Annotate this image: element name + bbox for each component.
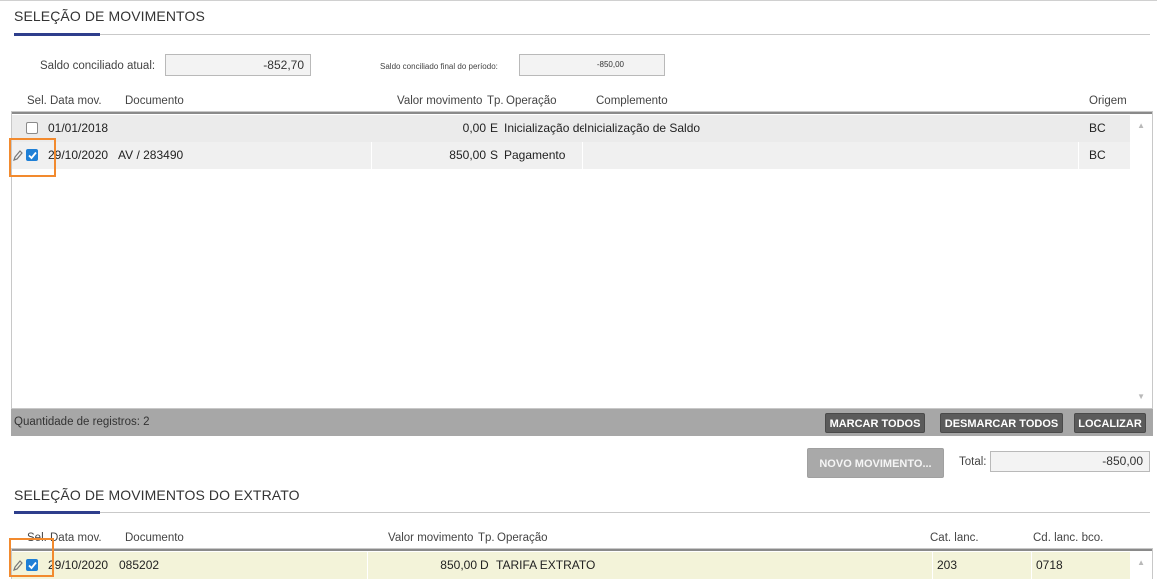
row-checkbox[interactable] xyxy=(26,122,38,134)
table-row[interactable]: 29/10/2020 085202 850,00 D TARIFA EXTRAT… xyxy=(12,552,1130,579)
column-divider xyxy=(1031,552,1032,579)
cell-data: 01/01/2018 xyxy=(48,121,109,135)
cell-cd: 0718 xyxy=(1036,558,1063,572)
column-divider xyxy=(932,552,933,579)
cell-data: 29/10/2020 xyxy=(48,148,109,162)
total-label: Total: xyxy=(959,456,987,468)
grid-footer: Quantidade de registros: 2 MARCAR TODOS … xyxy=(11,409,1153,436)
col-header-data[interactable]: Data mov. xyxy=(50,532,102,544)
column-divider xyxy=(367,552,368,579)
desmarcar-todos-button[interactable]: DESMARCAR TODOS xyxy=(940,413,1063,433)
column-divider xyxy=(1078,142,1079,169)
scroll-down-icon[interactable]: ▼ xyxy=(1137,392,1145,401)
grid-top-line xyxy=(12,112,1152,114)
table-row[interactable]: 29/10/2020 AV / 283490 850,00 S Pagament… xyxy=(12,142,1130,169)
section-title-movimentos: SELEÇÃO DE MOVIMENTOS xyxy=(14,8,205,24)
top-border xyxy=(0,0,1157,1)
cell-operacao: TARIFA EXTRATO xyxy=(496,558,596,572)
cell-data: 29/10/2020 xyxy=(48,558,109,572)
col-header-documento[interactable]: Documento xyxy=(125,532,184,544)
cell-tp: E xyxy=(490,121,499,135)
col-header-tp[interactable]: Tp. xyxy=(487,95,504,107)
col-header-sel[interactable]: Sel. xyxy=(27,95,47,107)
section-title-extrato: SELEÇÃO DE MOVIMENTOS DO EXTRATO xyxy=(14,487,300,503)
saldo-final-label: Saldo conciliado final do período: xyxy=(380,62,498,71)
saldo-final-field: -850,00 xyxy=(519,54,665,76)
col-header-operacao[interactable]: Operação xyxy=(506,95,557,107)
cell-operacao: Inicialização de xyxy=(504,121,584,135)
col-header-valor[interactable]: Valor movimento xyxy=(388,532,473,544)
col-header-cd[interactable]: Cd. lanc. bco. xyxy=(1033,532,1103,544)
novo-movimento-button[interactable]: NOVO MOVIMENTO... xyxy=(807,448,944,478)
extrato-grid: 29/10/2020 085202 850,00 D TARIFA EXTRAT… xyxy=(11,548,1153,579)
cell-tp: S xyxy=(490,148,499,162)
col-header-complemento[interactable]: Complemento xyxy=(596,95,668,107)
cell-origem: BC xyxy=(1089,121,1106,135)
saldo-atual-field: -852,70 xyxy=(165,54,311,76)
col-header-valor[interactable]: Valor movimento xyxy=(397,95,482,107)
col-header-origem[interactable]: Origem xyxy=(1089,95,1127,107)
localizar-button[interactable]: LOCALIZAR xyxy=(1074,413,1146,433)
highlight-box xyxy=(9,138,56,177)
scroll-up-icon[interactable]: ▲ xyxy=(1137,558,1145,567)
cell-valor: 850,00 xyxy=(440,558,477,572)
col-header-cat[interactable]: Cat. lanc. xyxy=(930,532,979,544)
cell-complemento: Inicialização de Saldo xyxy=(584,121,701,135)
movimentos-grid: 01/01/2018 0,00 E Inicialização de Inici… xyxy=(11,111,1153,409)
table-row[interactable]: 01/01/2018 0,00 E Inicialização de Inici… xyxy=(12,115,1130,142)
col-header-documento[interactable]: Documento xyxy=(125,95,184,107)
column-divider xyxy=(371,142,372,169)
cell-documento: AV / 283490 xyxy=(118,148,184,162)
scroll-up-icon[interactable]: ▲ xyxy=(1137,121,1145,130)
column-divider xyxy=(582,142,583,169)
grid-top-line xyxy=(12,549,1152,551)
highlight-box xyxy=(9,538,54,577)
section-underline xyxy=(14,511,1150,514)
marcar-todos-button[interactable]: MARCAR TODOS xyxy=(825,413,925,433)
saldo-atual-label: Saldo conciliado atual: xyxy=(40,60,156,72)
cell-operacao: Pagamento xyxy=(504,148,566,162)
cell-tp: D xyxy=(480,558,489,572)
cell-documento: 085202 xyxy=(119,558,160,572)
cell-valor: 850,00 xyxy=(449,148,486,162)
col-header-tp[interactable]: Tp. xyxy=(478,532,495,544)
record-count: Quantidade de registros: 2 xyxy=(14,416,150,428)
col-header-data[interactable]: Data mov. xyxy=(50,95,102,107)
section-underline xyxy=(14,33,1150,36)
cell-origem: BC xyxy=(1089,148,1106,162)
cell-cat: 203 xyxy=(937,558,958,572)
cell-valor: 0,00 xyxy=(462,121,486,135)
col-header-operacao[interactable]: Operação xyxy=(497,532,548,544)
total-field: -850,00 xyxy=(990,451,1150,472)
